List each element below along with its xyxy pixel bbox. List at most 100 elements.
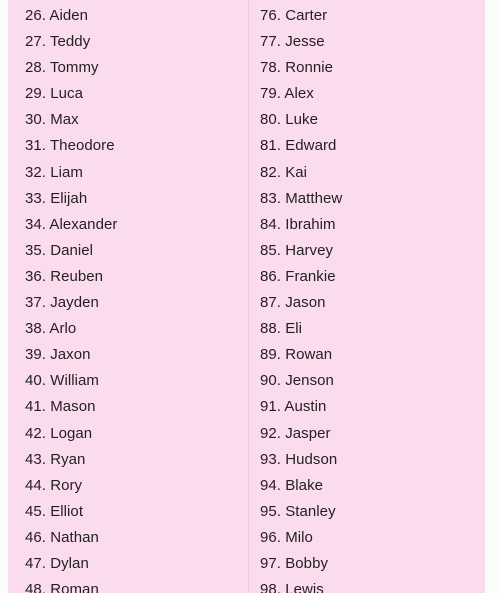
list-item-name: Daniel — [50, 241, 94, 259]
list-item-number: 35. — [25, 241, 47, 259]
list-item: 41. Mason — [25, 394, 248, 420]
list-item-number: 34. — [25, 215, 47, 233]
list-item: 88. Eli — [260, 316, 485, 342]
names-list-left: 26. Aiden 27. Teddy 28. Tommy 29. Luca 30. M… — [25, 3, 248, 593]
list-item-number: 43. — [25, 450, 47, 468]
list-item-name: Nathan — [50, 528, 99, 546]
list-item: 38. Arlo — [25, 316, 248, 342]
list-item: 78. Ronnie — [260, 55, 485, 81]
list-item-name: Ryan — [50, 450, 86, 468]
list-item-number: 94. — [260, 476, 282, 494]
list-item: 82. Kai — [260, 160, 485, 186]
list-item-name: Teddy — [49, 33, 91, 51]
list-item-name: William — [50, 372, 99, 390]
list-item-number: 83. — [260, 189, 282, 207]
list-item: 95. Stanley — [260, 499, 485, 525]
list-item-number: 82. — [260, 163, 282, 181]
list-item: 35. Daniel — [25, 238, 248, 264]
list-item-name: Ibrahim — [285, 215, 336, 233]
list-item-name: Frankie — [285, 267, 336, 285]
list-item-number: 81. — [260, 137, 282, 155]
list-item-name: Bobby — [285, 554, 329, 572]
list-item: 46. Nathan — [25, 525, 248, 551]
list-item: 43. Ryan — [25, 447, 248, 473]
list-item: 40. William — [25, 368, 248, 394]
list-item-name: Logan — [50, 424, 93, 442]
list-item-name: Alex — [284, 85, 314, 103]
list-item-number: 33. — [25, 189, 47, 207]
list-item-name: Kai — [285, 163, 308, 181]
list-item: 42. Logan — [25, 421, 248, 447]
list-item: 32. Liam — [25, 160, 248, 186]
list-item-name: Roman — [50, 581, 99, 593]
list-item-name: Eli — [285, 320, 303, 338]
list-item-number: 45. — [25, 502, 47, 520]
list-item-number: 30. — [25, 111, 47, 129]
list-item: 45. Elliot — [25, 499, 248, 525]
list-item: 44. Rory — [25, 473, 248, 499]
list-item-number: 93. — [260, 450, 282, 468]
list-item-number: 78. — [260, 59, 282, 77]
list-item-number: 31. — [25, 137, 47, 155]
list-item: 90. Jenson — [260, 368, 485, 394]
list-item: 97. Bobby — [260, 551, 485, 577]
list-item-name: Jayden — [50, 294, 99, 312]
list-item: 26. Aiden — [25, 3, 248, 29]
list-item: 93. Hudson — [260, 447, 485, 473]
list-item-name: Dylan — [50, 554, 89, 572]
list-item-number: 91. — [260, 398, 282, 416]
list-item-number: 44. — [25, 476, 47, 494]
list-item: 37. Jayden — [25, 290, 248, 316]
list-item-name: Aiden — [49, 7, 89, 24]
list-item: 94. Blake — [260, 473, 485, 499]
list-item-number: 38. — [25, 320, 47, 338]
list-item: 47. Dylan — [25, 551, 248, 577]
list-item: 34. Alexander — [25, 212, 248, 238]
list-item-number: 77. — [260, 33, 282, 51]
list-item: 31. Theodore — [25, 133, 248, 159]
list-item: 77. Jesse — [260, 29, 485, 55]
list-item-number: 26. — [25, 7, 47, 24]
list-item: 83. Matthew — [260, 186, 485, 212]
list-item-name: Carter — [285, 7, 328, 24]
list-item: 28. Tommy — [25, 55, 248, 81]
list-item-name: Alexander — [49, 215, 118, 233]
list-item-number: 97. — [260, 554, 282, 572]
list-item: 76. Carter — [260, 3, 485, 29]
names-list-right: 76. Carter 77. Jesse 78. Ronnie 79. Alex 80.… — [260, 3, 485, 593]
list-item-name: Jenson — [285, 372, 334, 390]
list-item-number: 80. — [260, 111, 282, 129]
list-item-number: 37. — [25, 294, 47, 312]
list-item: 80. Luke — [260, 107, 485, 133]
list-item-name: Hudson — [285, 450, 338, 468]
names-column-right: 76. Carter 77. Jesse 78. Ronnie 79. Alex 80.… — [249, 0, 485, 593]
list-item: 91. Austin — [260, 394, 485, 420]
list-item-name: Max — [50, 111, 79, 129]
list-item-name: Reuben — [50, 267, 104, 285]
list-item-number: 32. — [25, 163, 47, 181]
list-item: 39. Jaxon — [25, 342, 248, 368]
list-item-name: Elijah — [50, 189, 88, 207]
list-item-name: Jesse — [285, 33, 325, 51]
page-root: 26. Aiden 27. Teddy 28. Tommy 29. Luca 30. M… — [0, 0, 500, 593]
list-item-name: Jason — [285, 294, 326, 312]
list-item: 30. Max — [25, 107, 248, 133]
list-item-number: 89. — [260, 346, 282, 364]
list-item: 96. Milo — [260, 525, 485, 551]
list-item-name: Jaxon — [50, 346, 91, 364]
list-item-name: Luca — [50, 85, 83, 103]
list-item-number: 36. — [25, 267, 47, 285]
list-item: 27. Teddy — [25, 29, 248, 55]
list-item-number: 96. — [260, 528, 282, 546]
list-item-name: Liam — [50, 163, 83, 181]
list-item-number: 95. — [260, 502, 282, 520]
list-item-name: Blake — [285, 476, 324, 494]
list-item-number: 87. — [260, 294, 282, 312]
list-item-number: 76. — [260, 7, 282, 24]
list-item-name: Stanley — [285, 502, 336, 520]
list-item-number: 27. — [25, 33, 47, 51]
list-item: 85. Harvey — [260, 238, 485, 264]
names-list-panel: 26. Aiden 27. Teddy 28. Tommy 29. Luca 30. M… — [8, 0, 485, 593]
list-item-number: 28. — [25, 59, 47, 77]
list-item-number: 41. — [25, 398, 47, 416]
